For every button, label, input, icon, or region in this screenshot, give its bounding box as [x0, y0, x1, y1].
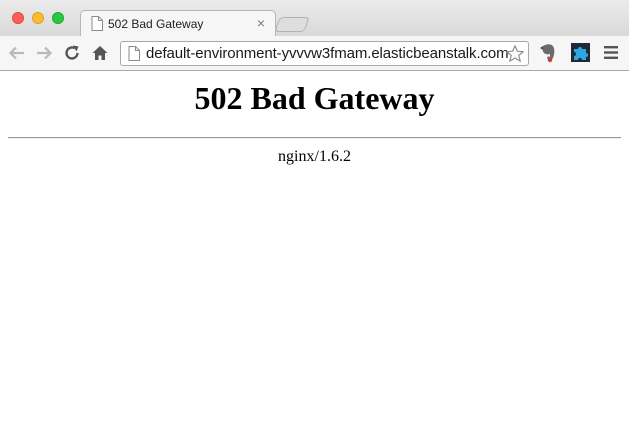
title-bar: 502 Bad Gateway × [0, 0, 629, 37]
hamburger-menu-icon[interactable] [604, 46, 618, 59]
reload-icon[interactable] [63, 44, 81, 62]
page-icon [128, 46, 140, 61]
home-icon[interactable] [91, 44, 109, 62]
tab-close-icon[interactable]: × [257, 15, 265, 31]
window-minimize-button[interactable] [32, 12, 44, 24]
page-content: 502 Bad Gateway nginx/1.6.2 [0, 71, 629, 425]
window-close-button[interactable] [12, 12, 24, 24]
evernote-icon[interactable] [539, 43, 557, 63]
new-tab-button[interactable] [274, 17, 310, 32]
window-maximize-button[interactable] [52, 12, 64, 24]
error-heading: 502 Bad Gateway [194, 80, 435, 116]
arrow-left-icon[interactable] [8, 44, 26, 62]
address-url[interactable]: default-environment-yvvvw3fmam.elasticbe… [146, 45, 509, 62]
star-icon[interactable] [505, 44, 525, 64]
arrow-right-icon[interactable] [35, 44, 53, 62]
tab-active[interactable]: 502 Bad Gateway × [80, 10, 276, 37]
server-signature: nginx/1.6.2 [278, 148, 351, 165]
horizontal-rule [8, 137, 621, 139]
puzzle-extension-icon[interactable] [571, 43, 590, 62]
browser-toolbar: default-environment-yvvvw3fmam.elasticbe… [0, 36, 629, 71]
address-bar[interactable]: default-environment-yvvvw3fmam.elasticbe… [120, 41, 529, 66]
page-icon [91, 16, 103, 31]
tab-title: 502 Bad Gateway [108, 17, 204, 31]
